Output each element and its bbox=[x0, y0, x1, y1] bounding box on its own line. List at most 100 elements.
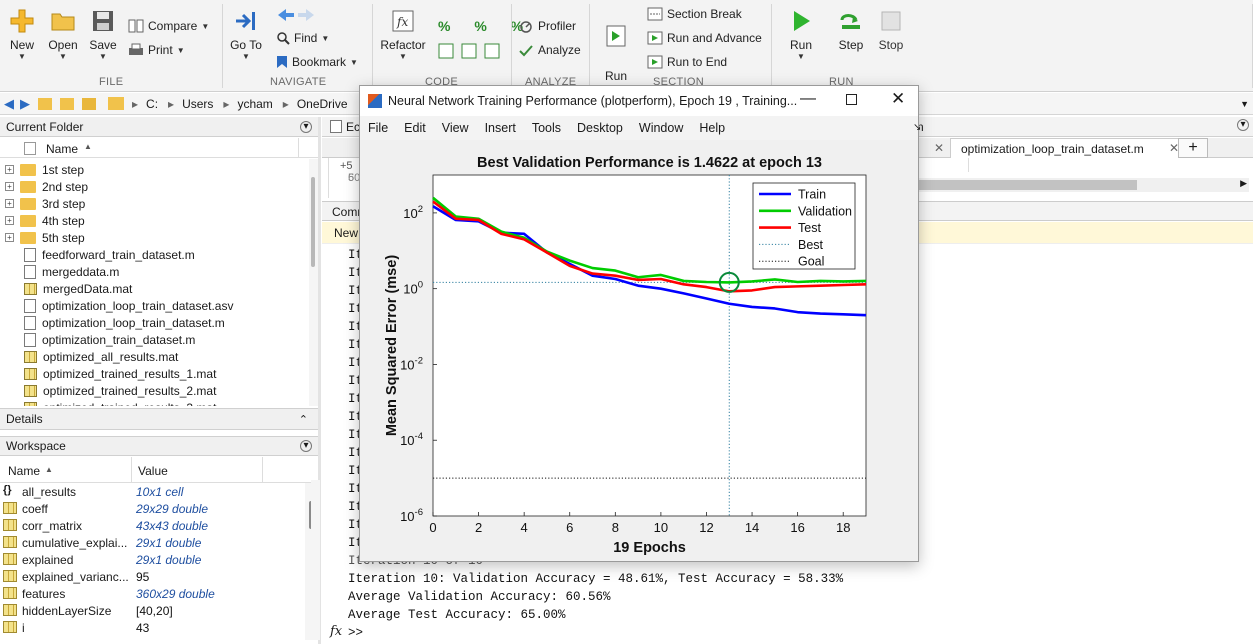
goto-button[interactable]: Go To ▼ bbox=[228, 8, 264, 61]
folder-item[interactable]: +3rd step bbox=[0, 195, 310, 212]
figure-title-bar[interactable]: Neural Network Training Performance (plo… bbox=[360, 86, 918, 116]
expand-icon[interactable]: + bbox=[5, 182, 14, 191]
folder-column-header[interactable]: Name ▲ bbox=[0, 138, 318, 158]
search-folder-icon[interactable] bbox=[82, 97, 96, 110]
open-button[interactable]: Open ▼ bbox=[46, 8, 80, 61]
file-section-label: FILE bbox=[99, 76, 124, 88]
save-button[interactable]: Save ▼ bbox=[88, 8, 118, 61]
folder-scrollbar[interactable] bbox=[309, 159, 318, 406]
folder-item[interactable]: +2nd step bbox=[0, 178, 310, 195]
file-item[interactable]: optimized_trained_results_1.mat bbox=[0, 365, 310, 382]
back-forward-buttons[interactable] bbox=[276, 7, 316, 26]
bookmark-icon bbox=[277, 56, 287, 68]
menu-file[interactable]: File bbox=[368, 121, 388, 135]
editor-menu-icon[interactable]: ▾ bbox=[1237, 119, 1249, 131]
expand-icon[interactable]: + bbox=[5, 233, 14, 242]
path-part-onedrive[interactable]: OneDrive bbox=[297, 97, 348, 111]
refactor-button[interactable]: fx Refactor ▼ bbox=[378, 8, 428, 61]
workspace-row[interactable]: explained_varianc... 95 bbox=[0, 568, 305, 585]
step-button[interactable]: Step bbox=[834, 8, 868, 52]
expand-icon[interactable]: + bbox=[5, 199, 14, 208]
tab-optimization-loop[interactable]: optimization_loop_train_dataset.m ✕ bbox=[950, 138, 1186, 159]
workspace-row[interactable]: coeff 29x29 double bbox=[0, 500, 305, 517]
run-to-end-icon bbox=[647, 55, 663, 69]
workspace-row[interactable]: {} all_results 10x1 cell bbox=[0, 483, 305, 500]
section-break-button[interactable]: Section Break bbox=[647, 7, 742, 21]
path-part-users[interactable]: Users bbox=[182, 97, 213, 111]
maximize-icon[interactable] bbox=[846, 94, 857, 105]
file-item[interactable]: optimized_all_results.mat bbox=[0, 348, 310, 365]
run-to-end-button[interactable]: Run to End bbox=[647, 55, 727, 69]
details-header[interactable]: Details ⌃ bbox=[0, 408, 318, 430]
menu-window[interactable]: Window bbox=[639, 121, 683, 135]
workspace-row[interactable]: explained 29x1 double bbox=[0, 551, 305, 568]
file-item[interactable]: mergedData.mat bbox=[0, 280, 310, 297]
path-part-user[interactable]: ycham bbox=[237, 97, 272, 111]
file-type-icon bbox=[24, 142, 36, 155]
folder-item[interactable]: +5th step bbox=[0, 229, 310, 246]
panel-menu-icon[interactable]: ▾ bbox=[300, 120, 312, 133]
file-item[interactable]: optimization_train_dataset.m bbox=[0, 331, 310, 348]
dock-icon[interactable]: ↘ bbox=[913, 122, 921, 133]
y-tick-label: 10-2 bbox=[400, 355, 423, 372]
back-icon[interactable]: ◀ bbox=[4, 96, 14, 112]
file-item[interactable]: optimized_trained_results_3.mat bbox=[0, 399, 310, 406]
printer-icon bbox=[129, 43, 143, 55]
cell-icon: {} bbox=[3, 484, 12, 496]
workspace-row[interactable]: features 360x29 double bbox=[0, 585, 305, 602]
menu-edit[interactable]: Edit bbox=[404, 121, 426, 135]
file-item[interactable]: optimization_loop_train_dataset.asv bbox=[0, 297, 310, 314]
file-item[interactable]: optimization_loop_train_dataset.m bbox=[0, 314, 310, 331]
x-tick-label: 4 bbox=[521, 520, 528, 535]
workspace-row[interactable]: i 43 bbox=[0, 619, 305, 636]
stop-button[interactable]: Stop bbox=[874, 8, 908, 52]
menu-help[interactable]: Help bbox=[699, 121, 725, 135]
run-button[interactable]: Run ▼ bbox=[784, 8, 818, 61]
workspace-menu-icon[interactable]: ▾ bbox=[300, 440, 312, 452]
new-tab-button[interactable]: + bbox=[1178, 138, 1208, 158]
menu-desktop[interactable]: Desktop bbox=[577, 121, 623, 135]
folder-item[interactable]: +4th step bbox=[0, 212, 310, 229]
print-button[interactable]: Print ▼ bbox=[128, 43, 185, 57]
expand-icon[interactable]: + bbox=[5, 165, 14, 174]
file-item[interactable]: mergeddata.m bbox=[0, 263, 310, 280]
profiler-button[interactable]: Profiler bbox=[518, 19, 576, 33]
analyze-button[interactable]: Analyze bbox=[518, 43, 581, 57]
legend-label: Goal bbox=[798, 255, 824, 269]
menu-insert[interactable]: Insert bbox=[485, 121, 516, 135]
browse-folder-icon[interactable] bbox=[60, 97, 74, 110]
minimize-icon[interactable]: — bbox=[800, 90, 816, 108]
path-dropdown-icon[interactable]: ▼ bbox=[1240, 99, 1249, 109]
collapse-icon[interactable]: ⌃ bbox=[299, 413, 308, 426]
performance-chart[interactable]: Best Validation Performance is 1.4622 at… bbox=[360, 141, 918, 561]
workspace-header: Workspace ▾ bbox=[0, 436, 318, 456]
indent-icons[interactable] bbox=[438, 43, 502, 62]
menu-view[interactable]: View bbox=[442, 121, 469, 135]
up-folder-icon[interactable] bbox=[38, 97, 52, 110]
compare-button[interactable]: Compare ▼ bbox=[128, 19, 209, 33]
run-and-advance-button[interactable]: Run and Advance bbox=[647, 31, 762, 45]
folder-item[interactable]: +1st step bbox=[0, 161, 310, 178]
folder-list: +1st step +2nd step +3rd step +4th step +5th… bbox=[0, 159, 310, 406]
workspace-column-header[interactable]: Name ▲ Value bbox=[0, 457, 318, 483]
matrix-icon bbox=[3, 587, 17, 599]
command-history-clipped: It It It It It It It It It It It It It It It It It bbox=[322, 244, 363, 560]
file-item[interactable]: optimized_trained_results_2.mat bbox=[0, 382, 310, 399]
find-button[interactable]: Find ▼ bbox=[276, 31, 329, 45]
expand-icon[interactable]: + bbox=[5, 216, 14, 225]
bookmark-button[interactable]: Bookmark ▼ bbox=[276, 55, 358, 69]
close-icon[interactable]: ✕ bbox=[891, 89, 905, 109]
close-tab-icon[interactable]: ✕ bbox=[934, 141, 944, 155]
file-item[interactable]: feedforward_train_dataset.m bbox=[0, 246, 310, 263]
workspace-row[interactable]: hiddenLayerSize [40,20] bbox=[0, 602, 305, 619]
command-output[interactable]: Iteration 10 of 10 Iteration 10: Validat… bbox=[322, 554, 1253, 644]
figure-window[interactable]: Neural Network Training Performance (plo… bbox=[359, 85, 921, 562]
editor-hscrollbar[interactable]: ▶ bbox=[919, 178, 1249, 192]
menu-tools[interactable]: Tools bbox=[532, 121, 561, 135]
workspace-row[interactable]: corr_matrix 43x43 double bbox=[0, 517, 305, 534]
new-button[interactable]: New ▼ bbox=[6, 8, 38, 61]
path-part-drive[interactable]: C: bbox=[146, 97, 158, 111]
forward-icon[interactable]: ▶ bbox=[20, 96, 30, 112]
command-prompt[interactable]: >> bbox=[348, 626, 363, 640]
workspace-row[interactable]: cumulative_explai... 29x1 double bbox=[0, 534, 305, 551]
